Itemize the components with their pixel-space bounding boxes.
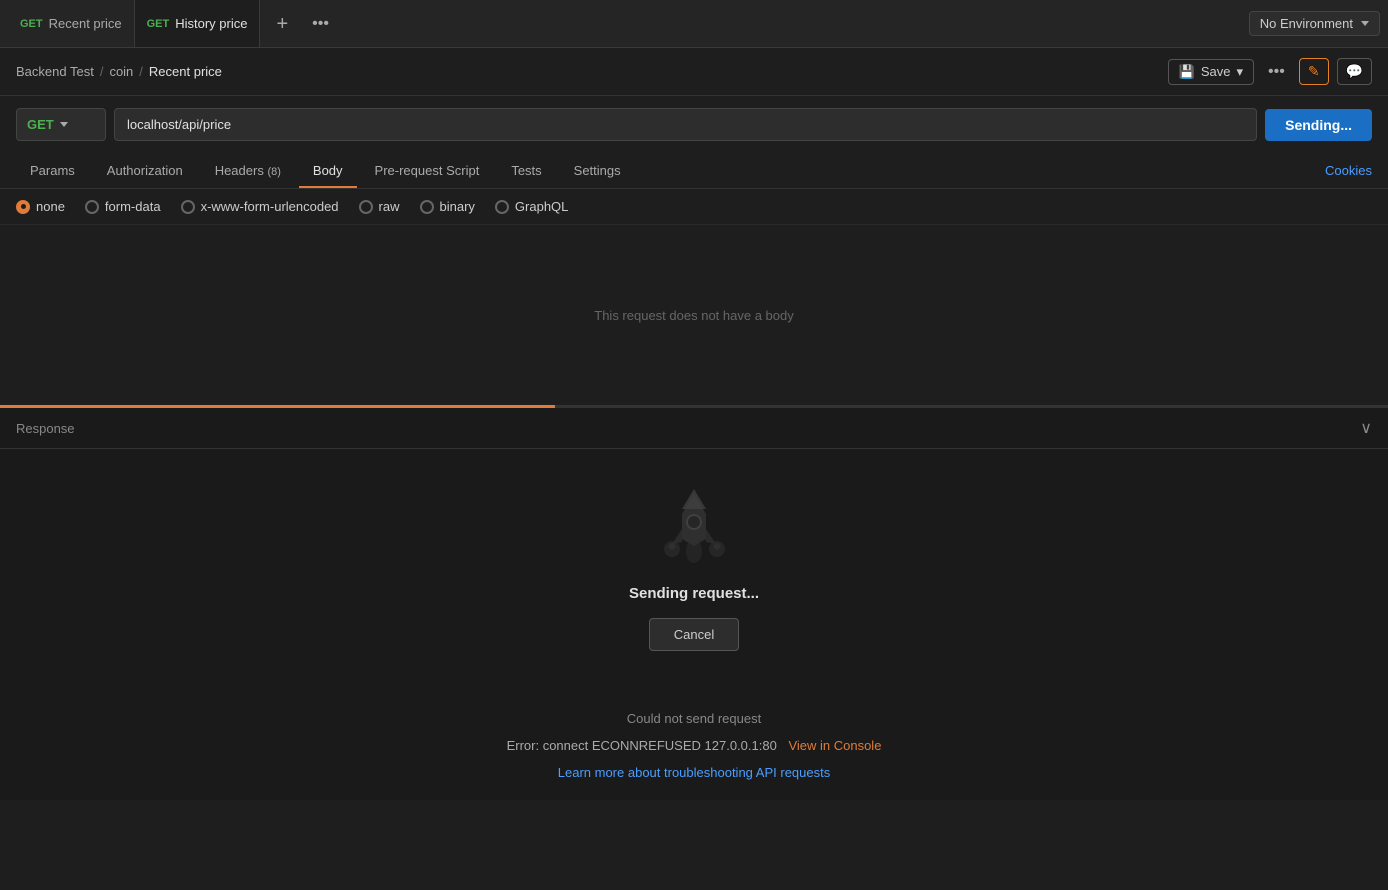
breadcrumb-separator2: / — [139, 64, 143, 79]
tab-bar: GET Recent price GET History price + •••… — [0, 0, 1388, 48]
edit-button[interactable]: ✎ — [1299, 58, 1329, 85]
send-button[interactable]: Sending... — [1265, 109, 1372, 141]
radio-graphql[interactable]: GraphQL — [495, 199, 568, 214]
radio-urlencoded-label: x-www-form-urlencoded — [201, 199, 339, 214]
radio-form-data-circle — [85, 200, 99, 214]
radio-raw-label: raw — [379, 199, 400, 214]
response-area: Response ∨ — [0, 408, 1388, 800]
error-detail-row: Error: connect ECONNREFUSED 127.0.0.1:80… — [507, 738, 882, 753]
environment-dropdown[interactable]: No Environment — [1249, 11, 1380, 36]
more-button[interactable]: ••• — [1262, 59, 1291, 85]
method-badge-inactive: GET — [147, 18, 170, 30]
view-in-console-link[interactable]: View in Console — [788, 738, 881, 753]
tab-label-active: Recent price — [49, 16, 122, 31]
env-selector: No Environment — [1249, 11, 1380, 36]
radio-urlencoded[interactable]: x-www-form-urlencoded — [181, 199, 339, 214]
sending-container: Sending request... Cancel — [0, 449, 1388, 691]
tab-body[interactable]: Body — [299, 153, 357, 188]
sending-text: Sending request... — [629, 585, 759, 602]
body-area: This request does not have a body — [0, 225, 1388, 405]
radio-graphql-label: GraphQL — [515, 199, 568, 214]
chevron-down-icon — [1361, 21, 1369, 26]
error-detail-text: Error: connect ECONNREFUSED 127.0.0.1:80 — [507, 738, 777, 753]
save-dropdown-icon: ▾ — [1236, 64, 1243, 80]
body-placeholder-text: This request does not have a body — [594, 308, 793, 323]
tab-settings[interactable]: Settings — [560, 153, 635, 188]
radio-binary-circle — [420, 200, 434, 214]
url-bar: GET Sending... — [0, 96, 1388, 153]
breadcrumb-separator1: / — [100, 64, 104, 79]
tab-tests[interactable]: Tests — [497, 153, 555, 188]
response-title: Response — [16, 421, 75, 436]
radio-form-data-label: form-data — [105, 199, 161, 214]
breadcrumb-part2[interactable]: coin — [109, 64, 133, 79]
method-select[interactable]: GET — [16, 108, 106, 141]
response-header: Response ∨ — [0, 408, 1388, 449]
tab-pre-request[interactable]: Pre-request Script — [361, 153, 494, 188]
error-area: Could not send request Error: connect EC… — [0, 691, 1388, 800]
radio-urlencoded-circle — [181, 200, 195, 214]
cancel-button[interactable]: Cancel — [649, 618, 739, 651]
environment-label: No Environment — [1260, 16, 1353, 31]
radio-none-label: none — [36, 199, 65, 214]
request-tabs: Params Authorization Headers (8) Body Pr… — [0, 153, 1388, 189]
radio-form-data[interactable]: form-data — [85, 199, 161, 214]
headers-count-badge: (8) — [267, 166, 280, 178]
tab-cookies[interactable]: Cookies — [1325, 153, 1372, 188]
error-text: Could not send request — [627, 711, 761, 726]
breadcrumb-actions: 💾 Save ▾ ••• ✎ 💬 — [1168, 58, 1372, 85]
radio-raw-circle — [359, 200, 373, 214]
collapse-response-button[interactable]: ∨ — [1360, 418, 1372, 438]
tab-more-button[interactable]: ••• — [304, 11, 337, 37]
radio-binary[interactable]: binary — [420, 199, 475, 214]
method-chevron-icon — [60, 122, 68, 127]
radio-raw[interactable]: raw — [359, 199, 400, 214]
breadcrumb-current: Recent price — [149, 64, 222, 79]
tab-headers[interactable]: Headers (8) — [201, 153, 295, 188]
body-options: none form-data x-www-form-urlencoded raw… — [0, 189, 1388, 225]
tab-label-inactive: History price — [175, 16, 247, 31]
breadcrumb: Backend Test / coin / Recent price — [16, 64, 222, 79]
url-input[interactable] — [114, 108, 1257, 141]
save-icon: 💾 — [1179, 64, 1195, 80]
tab-history-price[interactable]: GET History price — [135, 0, 261, 47]
save-button[interactable]: 💾 Save ▾ — [1168, 59, 1254, 85]
save-label: Save — [1201, 64, 1231, 79]
breadcrumb-bar: Backend Test / coin / Recent price 💾 Sav… — [0, 48, 1388, 96]
radio-graphql-circle — [495, 200, 509, 214]
headers-label: Headers — [215, 163, 264, 178]
radio-none-circle — [16, 200, 30, 214]
tab-params[interactable]: Params — [16, 153, 89, 188]
comment-button[interactable]: 💬 — [1337, 58, 1372, 85]
tab-recent-price[interactable]: GET Recent price — [8, 0, 135, 47]
radio-none[interactable]: none — [16, 199, 65, 214]
method-label: GET — [27, 117, 54, 132]
radio-binary-label: binary — [440, 199, 475, 214]
tab-authorization[interactable]: Authorization — [93, 153, 197, 188]
add-tab-button[interactable]: + — [268, 10, 296, 38]
sending-illustration — [654, 484, 734, 574]
sending-icon — [654, 489, 734, 569]
learn-more-link[interactable]: Learn more about troubleshooting API req… — [558, 765, 830, 780]
breadcrumb-part1[interactable]: Backend Test — [16, 64, 94, 79]
method-badge-active: GET — [20, 18, 43, 30]
tab-actions: + ••• — [268, 10, 337, 38]
